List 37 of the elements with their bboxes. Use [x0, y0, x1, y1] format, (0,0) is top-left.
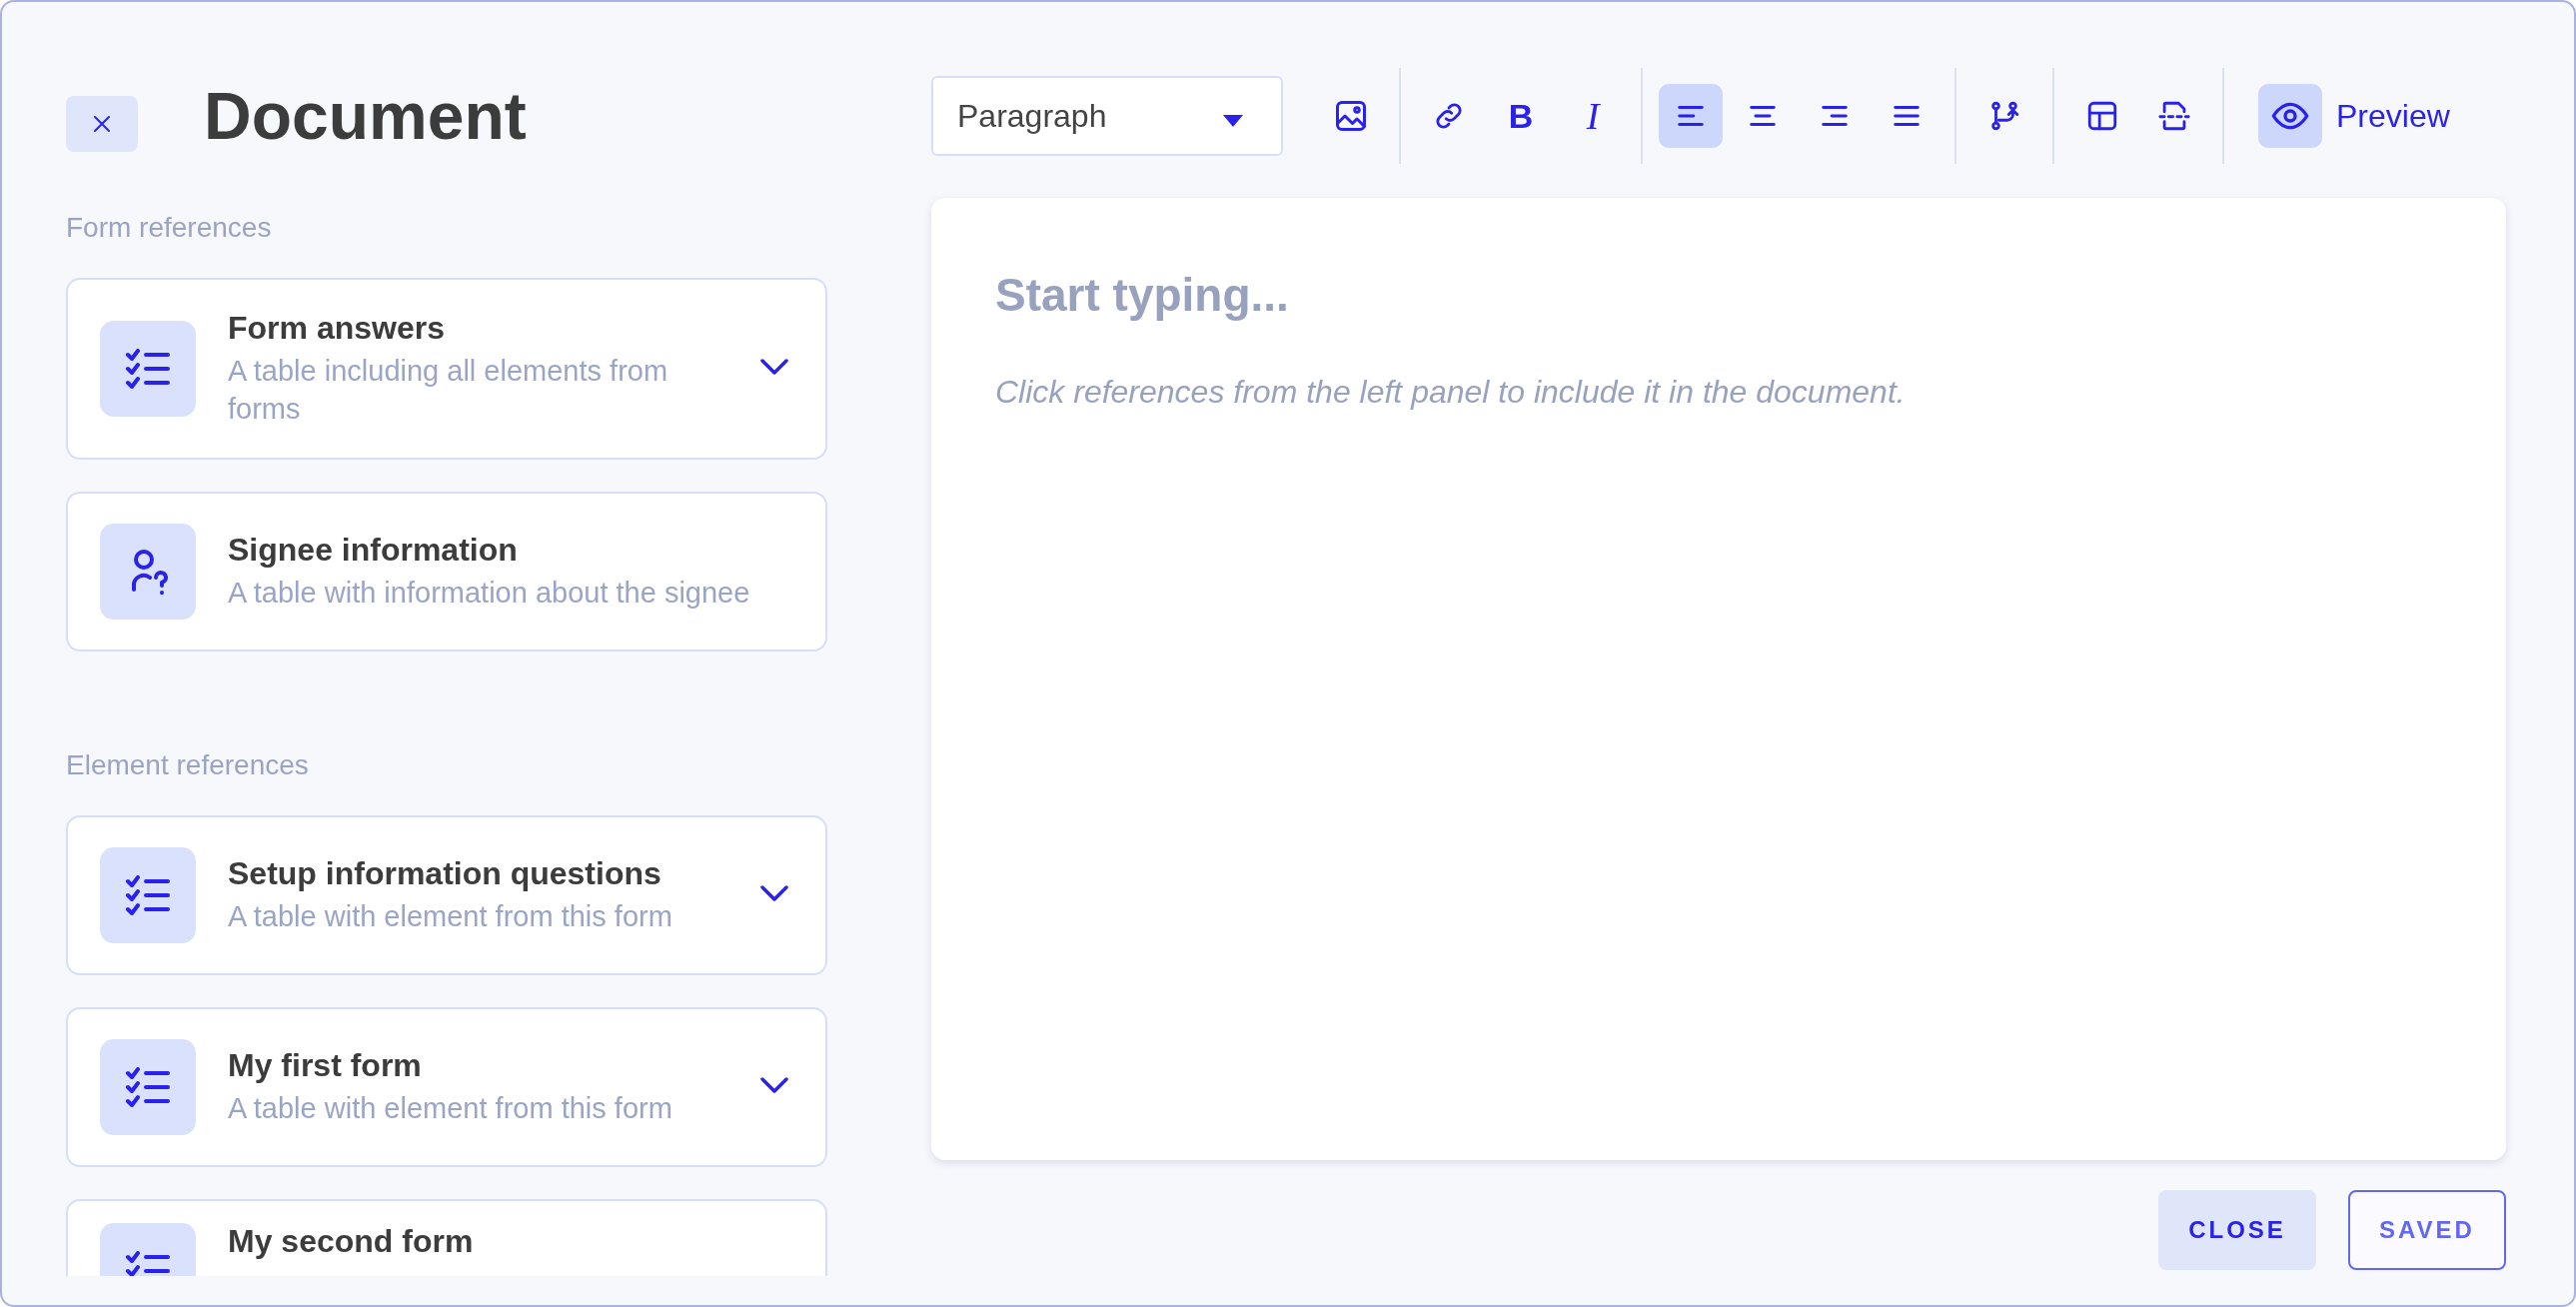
- caret-icon: [1223, 114, 1243, 127]
- page-break-icon: [2157, 99, 2191, 133]
- italic-button[interactable]: I: [1561, 84, 1625, 148]
- checklist-icon: [124, 349, 172, 390]
- paragraph-dropdown[interactable]: Paragraph: [931, 76, 1283, 156]
- image-icon: [1333, 98, 1369, 134]
- card-title: My first form: [228, 1047, 423, 1085]
- reference-card[interactable]: My first form A table with element from this form: [66, 1007, 827, 1168]
- card-title: Setup information questions: [228, 855, 662, 893]
- chevron-down-icon[interactable]: [759, 1076, 789, 1095]
- card-description: A table with information about the signee: [228, 576, 751, 612]
- chevron-down-icon[interactable]: [759, 358, 789, 377]
- card-description: A table with element from this form: [228, 899, 673, 935]
- card-description: A table with element from this form: [228, 1091, 673, 1127]
- close-button[interactable]: [66, 96, 138, 152]
- checklist-icon: [124, 875, 172, 916]
- checklist-icon: [124, 1067, 172, 1108]
- card-description: A table including all elements from forms: [228, 354, 669, 427]
- section-label: Form references: [66, 212, 273, 244]
- table-icon: [2085, 99, 2119, 133]
- card-title: My second form: [228, 1223, 475, 1261]
- hint-text: Click references from the left panel to include it in the document.: [995, 374, 1907, 411]
- card-title: Form answers: [228, 310, 446, 347]
- reference-card[interactable]: Setup information questions A table with element from this form: [66, 815, 827, 976]
- preview-button[interactable]: Preview: [2258, 84, 2450, 148]
- chevron-down-icon[interactable]: [759, 884, 789, 903]
- close-button[interactable]: CLOSE: [2158, 1190, 2316, 1270]
- bold-button[interactable]: B: [1489, 84, 1553, 148]
- align-left-button[interactable]: [1659, 84, 1723, 148]
- reference-card[interactable]: Signee information A table with information about the signee: [66, 492, 827, 653]
- page-title: Document: [204, 78, 527, 154]
- saved-button[interactable]: SAVED: [2348, 1190, 2506, 1270]
- section-label: Element references: [66, 749, 310, 782]
- reference-card[interactable]: My second form: [66, 1199, 827, 1276]
- heading-placeholder: Start typing...: [995, 268, 1290, 322]
- reference-card[interactable]: Form answers A table including all elements from forms: [66, 278, 827, 461]
- card-title: Signee information: [228, 532, 519, 570]
